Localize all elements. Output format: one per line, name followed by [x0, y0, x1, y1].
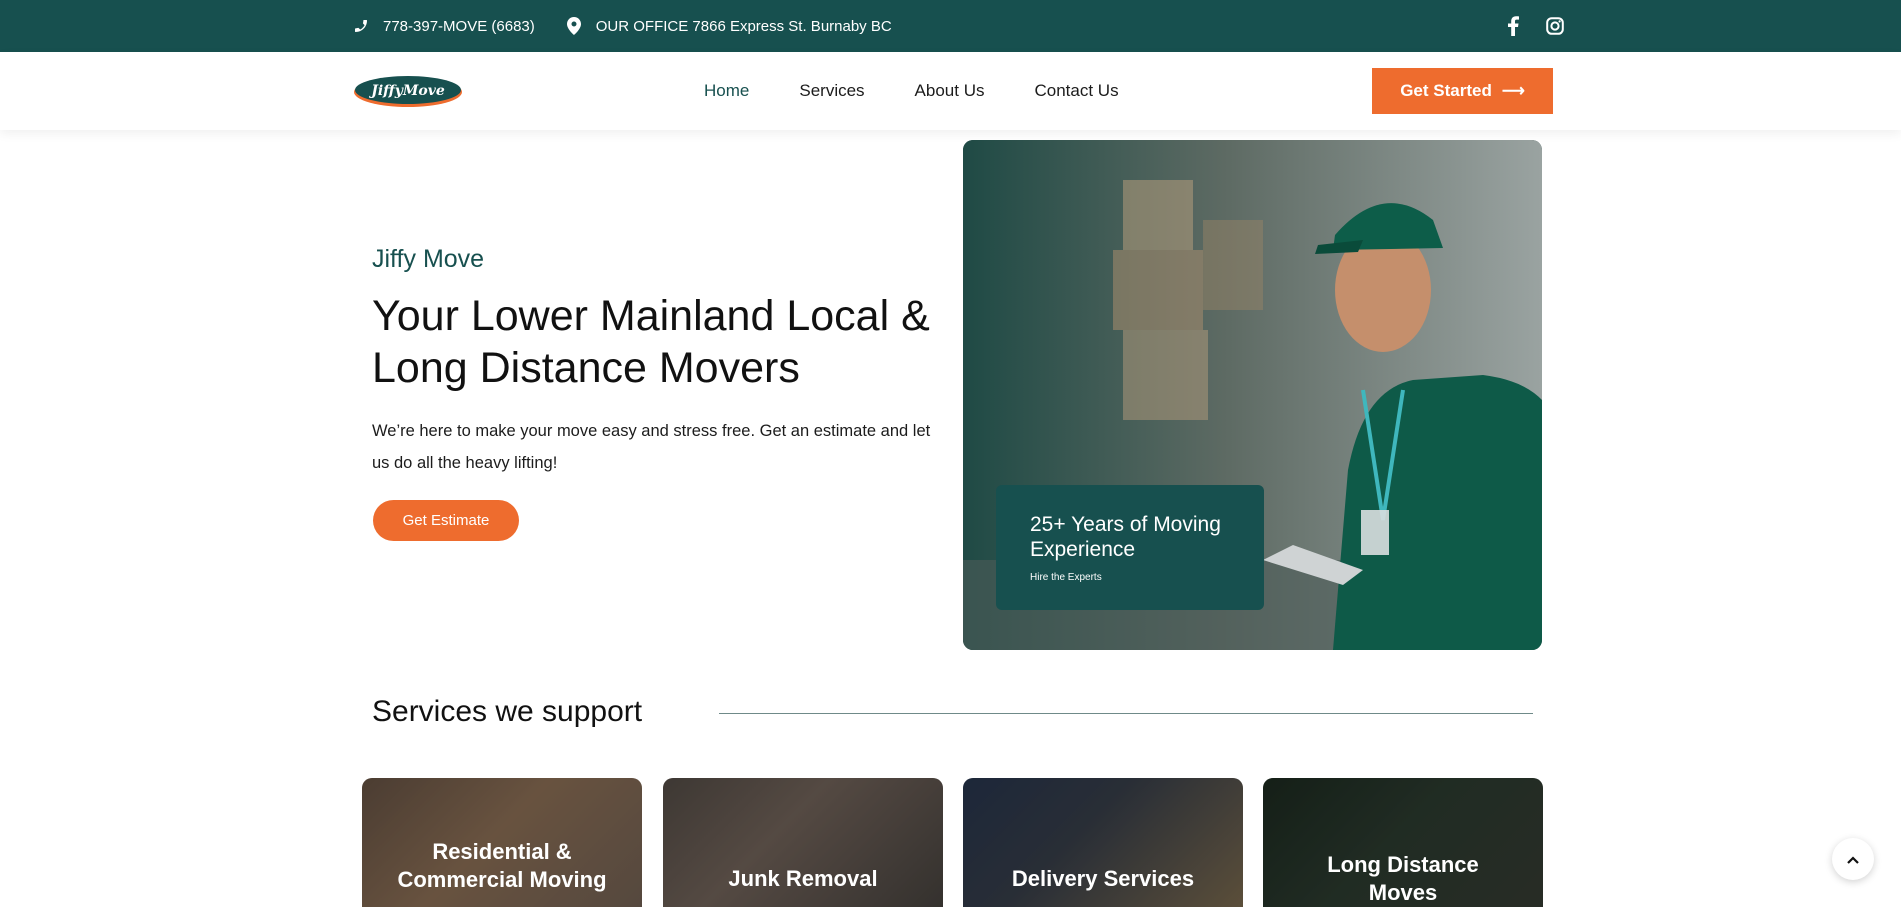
service-card-label: Delivery Services	[1011, 866, 1195, 891]
contact-info: 778-397-MOVE (6683) OUR OFFICE 7866 Expr…	[352, 0, 922, 52]
phone-number: 778-397-MOVE (6683)	[383, 17, 535, 35]
hero-eyebrow: Jiffy Move	[372, 245, 485, 273]
hero-title: Your Lower Mainland Local & Long Distanc…	[372, 292, 930, 392]
service-card-label: Residential & Commercial Moving	[397, 839, 607, 892]
svg-text:JiffyMove: JiffyMove	[368, 83, 445, 99]
get-estimate-button[interactable]: Get Estimate	[373, 500, 519, 541]
nav-home[interactable]: Home	[704, 81, 749, 101]
top-bar: 778-397-MOVE (6683) OUR OFFICE 7866 Expr…	[0, 0, 1901, 52]
office-text: OUR OFFICE 7866 Express St. Burnaby BC	[595, 17, 892, 35]
service-card-junk-removal[interactable]: Junk Removal	[663, 778, 943, 907]
chevron-up-icon	[1847, 852, 1859, 867]
main-nav: Home Services About Us Contact Us	[704, 52, 1169, 130]
experience-badge: 25+ Years of Moving Experience Hire the …	[996, 485, 1264, 610]
main-header: JiffyMove Home Services About Us Contact…	[0, 52, 1901, 130]
jiffymove-logo[interactable]: JiffyMove	[353, 74, 463, 108]
location-pin-icon	[565, 17, 583, 35]
hero-description: We’re here to make your move easy and st…	[372, 422, 931, 472]
section-divider	[719, 713, 1533, 714]
get-started-button[interactable]: Get Started ⟶	[1372, 68, 1553, 114]
service-card-long-distance[interactable]: Long Distance Moves	[1263, 778, 1543, 907]
service-card-residential[interactable]: Residential & Commercial Moving	[362, 778, 642, 907]
nav-contact-us[interactable]: Contact Us	[1034, 81, 1118, 101]
office-address[interactable]: OUR OFFICE 7866 Express St. Burnaby BC	[565, 17, 892, 35]
phone-link[interactable]: 778-397-MOVE (6683)	[352, 17, 535, 35]
arrow-right-icon: ⟶	[1501, 83, 1525, 100]
nav-about-us[interactable]: About Us	[915, 81, 985, 101]
service-card-delivery[interactable]: Delivery Services	[963, 778, 1243, 907]
social-links	[1482, 0, 1566, 52]
service-card-label: Junk Removal	[728, 866, 878, 891]
experience-title: 25+ Years of Moving Experience	[1030, 513, 1221, 561]
scroll-to-top-button[interactable]	[1832, 838, 1874, 880]
experience-subtitle: Hire the Experts	[1030, 572, 1102, 583]
services-heading: Services we support	[372, 695, 643, 728]
phone-icon	[352, 17, 370, 35]
service-card-label: Long Distance Moves	[1327, 852, 1479, 905]
instagram-icon[interactable]	[1544, 15, 1566, 37]
get-started-label: Get Started	[1400, 81, 1492, 100]
facebook-icon[interactable]	[1502, 15, 1524, 37]
nav-services[interactable]: Services	[799, 81, 864, 101]
